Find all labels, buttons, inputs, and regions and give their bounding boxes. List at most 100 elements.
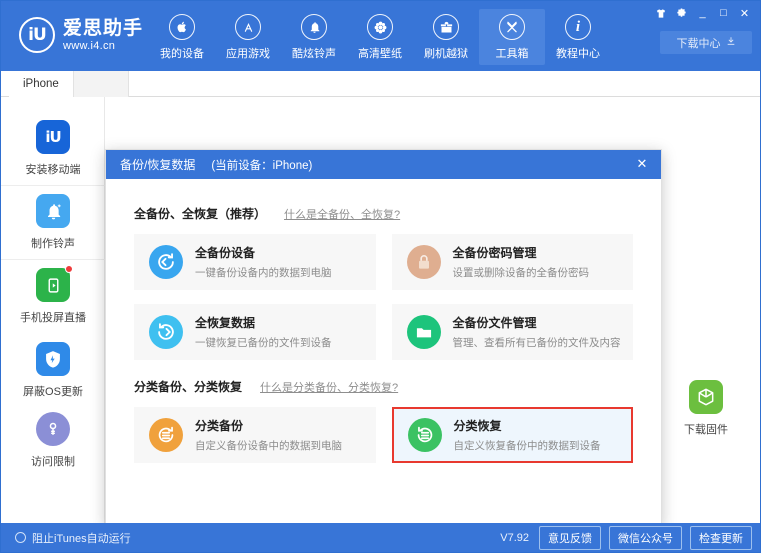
app-footer: 阻止iTunes自动运行 V7.92 意见反馈 微信公众号 检查更新 [1, 523, 760, 552]
card-title: 全备份密码管理 [452, 246, 537, 260]
tool-sidebar: iU 安装移动端 制作铃声 手机投屏直播 屏蔽OS更新 访问限制 [1, 97, 105, 524]
nav-label: 教程中心 [556, 48, 600, 60]
section-title: 分类备份、分类恢复 [134, 380, 243, 394]
logo-mark-icon: iU [19, 17, 55, 53]
notification-badge-dot [65, 265, 73, 273]
shield-gear-icon [36, 341, 70, 376]
nav-label: 刷机越狱 [424, 48, 468, 60]
card-backup-file-manage[interactable]: 全备份文件管理 管理、查看所有已备份的文件及内容 [391, 304, 633, 360]
download-icon [726, 36, 736, 49]
card-category-restore[interactable]: 分类恢复 自定义恢复备份中的数据到设备 [391, 407, 633, 463]
lock-icon [406, 245, 441, 279]
app-window: iU 爱思助手 www.i4.cn 我的设备 应用游戏 酷炫铃声 高清壁纸 刷机… [0, 0, 761, 553]
list-restore-icon [407, 418, 442, 452]
card-desc: 自定义恢复备份中的数据到设备 [453, 440, 601, 452]
sidebar-item-install-mobile[interactable]: iU 安装移动端 [1, 111, 105, 185]
radio-icon[interactable] [15, 532, 26, 543]
card-category-backup[interactable]: 分类备份 自定义备份设备中的数据到电脑 [134, 407, 376, 463]
flower-icon [367, 14, 393, 40]
sidebar-item-make-ringtone[interactable]: 制作铃声 [1, 185, 105, 259]
section-help-link[interactable]: 什么是分类备份、分类恢复? [260, 379, 398, 395]
download-center-button[interactable]: 下载中心 [660, 31, 752, 54]
version-label: V7.92 [500, 531, 529, 544]
cast-icon [36, 265, 73, 302]
section-header-category-backup: 分类备份、分类恢复 什么是分类备份、分类恢复? [134, 378, 633, 395]
sidebar-item-block-os-update[interactable]: 屏蔽OS更新 [1, 333, 105, 407]
prevent-itunes-toggle[interactable]: 阻止iTunes自动运行 [15, 530, 131, 546]
nav-label: 我的设备 [160, 48, 204, 60]
dialog-titlebar: 备份/恢复数据 (当前设备：iPhone) ✕ [106, 150, 661, 179]
main-nav: 我的设备 应用游戏 酷炫铃声 高清壁纸 刷机越狱 工具箱 i 教程中心 [149, 9, 611, 65]
section-header-full-backup: 全备份、全恢复（推荐） 什么是全备份、全恢复? [134, 205, 633, 222]
dialog-subtitle: (当前设备：iPhone) [211, 159, 313, 172]
backup-arrow-icon [149, 245, 183, 279]
close-icon[interactable]: ✕ [735, 5, 754, 21]
box-icon [433, 14, 459, 40]
skin-icon[interactable] [651, 5, 670, 21]
sidebar-item-label: 制作铃声 [31, 238, 75, 250]
nav-item-wallpapers[interactable]: 高清壁纸 [347, 9, 413, 65]
key-icon [36, 411, 70, 446]
maximize-icon[interactable]: □ [714, 5, 733, 21]
feedback-button[interactable]: 意见反馈 [539, 525, 601, 550]
bell-icon [36, 194, 70, 228]
dialog-body: 全备份、全恢复（推荐） 什么是全备份、全恢复? 全备份设备 一键备份设备内的数据… [106, 179, 661, 463]
brand-name: 爱思助手 [63, 17, 144, 39]
gear-icon[interactable] [672, 5, 691, 21]
card-desc: 管理、查看所有已备份的文件及内容 [452, 337, 621, 349]
brand-logo: iU 爱思助手 www.i4.cn [19, 17, 143, 53]
prevent-itunes-label: 阻止iTunes自动运行 [32, 532, 131, 545]
tab-iphone[interactable]: iPhone [9, 71, 74, 97]
sidebar-item-screen-cast[interactable]: 手机投屏直播 [1, 259, 105, 333]
i4-app-icon: iU [36, 119, 70, 154]
sidebar-item-label: 下载固件 [684, 423, 728, 436]
card-desc: 自定义备份设备中的数据到电脑 [195, 440, 342, 452]
sidebar-item-access-restriction[interactable]: 访问限制 [1, 407, 105, 473]
nav-item-tutorials[interactable]: i 教程中心 [545, 9, 611, 65]
wrench-icon [499, 14, 525, 40]
nav-label: 酷炫铃声 [292, 48, 336, 60]
card-title: 全备份文件管理 [452, 316, 537, 330]
cube-icon [689, 379, 723, 414]
bell-icon [301, 14, 327, 40]
minimize-icon[interactable]: _ [693, 5, 712, 21]
sidebar-item-label: 屏蔽OS更新 [23, 385, 83, 398]
footer-actions: V7.92 意见反馈 微信公众号 检查更新 [500, 525, 752, 550]
nav-item-apps-games[interactable]: 应用游戏 [215, 9, 281, 65]
nav-item-flash-jailbreak[interactable]: 刷机越狱 [413, 9, 479, 65]
sidebar-item-label: 手机投屏直播 [20, 312, 86, 324]
section-title: 全备份、全恢复（推荐） [134, 207, 267, 221]
sidebar-item-label: 安装移动端 [25, 163, 81, 176]
apple-icon [169, 14, 195, 40]
section-help-link[interactable]: 什么是全备份、全恢复? [284, 206, 400, 222]
list-backup-icon [149, 418, 183, 452]
card-title: 分类备份 [195, 419, 244, 433]
download-center-label: 下载中心 [676, 37, 721, 50]
restore-arrow-icon [149, 315, 183, 349]
close-icon[interactable]: ✕ [633, 155, 651, 173]
card-desc: 一键备份设备内的数据到电脑 [195, 267, 332, 279]
sidebar-item-download-firmware[interactable]: 下载固件 [654, 371, 758, 445]
nav-label: 高清壁纸 [358, 48, 402, 60]
tab-filler [73, 71, 129, 97]
brand-url: www.i4.cn [63, 39, 116, 52]
card-full-restore-data[interactable]: 全恢复数据 一键恢复已备份的文件到设备 [134, 304, 376, 360]
check-update-button[interactable]: 检查更新 [690, 525, 752, 550]
nav-label: 应用游戏 [226, 48, 270, 60]
card-title: 全备份设备 [195, 246, 256, 260]
nav-item-toolbox[interactable]: 工具箱 [479, 9, 545, 65]
card-backup-password-manage[interactable]: 全备份密码管理 设置或删除设备的全备份密码 [391, 234, 633, 290]
right-tools-column: 下载固件 [658, 371, 754, 445]
dialog-title: 备份/恢复数据 [120, 158, 196, 172]
body-area: iPhone iU 安装移动端 制作铃声 手机投屏直播 屏蔽OS更新 访问限制 … [1, 71, 760, 527]
nav-item-my-device[interactable]: 我的设备 [149, 9, 215, 65]
device-tabbar: iPhone [1, 71, 760, 97]
app-header: iU 爱思助手 www.i4.cn 我的设备 应用游戏 酷炫铃声 高清壁纸 刷机… [1, 1, 760, 71]
card-title: 全恢复数据 [195, 316, 256, 330]
wechat-button[interactable]: 微信公众号 [609, 525, 682, 550]
window-controls: _ □ ✕ [651, 5, 754, 21]
info-icon: i [565, 14, 591, 40]
card-full-backup-device[interactable]: 全备份设备 一键备份设备内的数据到电脑 [134, 234, 376, 290]
card-row: 分类备份 自定义备份设备中的数据到电脑 分类恢复 自定义恢复备份中的数据到设备 [134, 407, 633, 463]
nav-item-ringtones[interactable]: 酷炫铃声 [281, 9, 347, 65]
